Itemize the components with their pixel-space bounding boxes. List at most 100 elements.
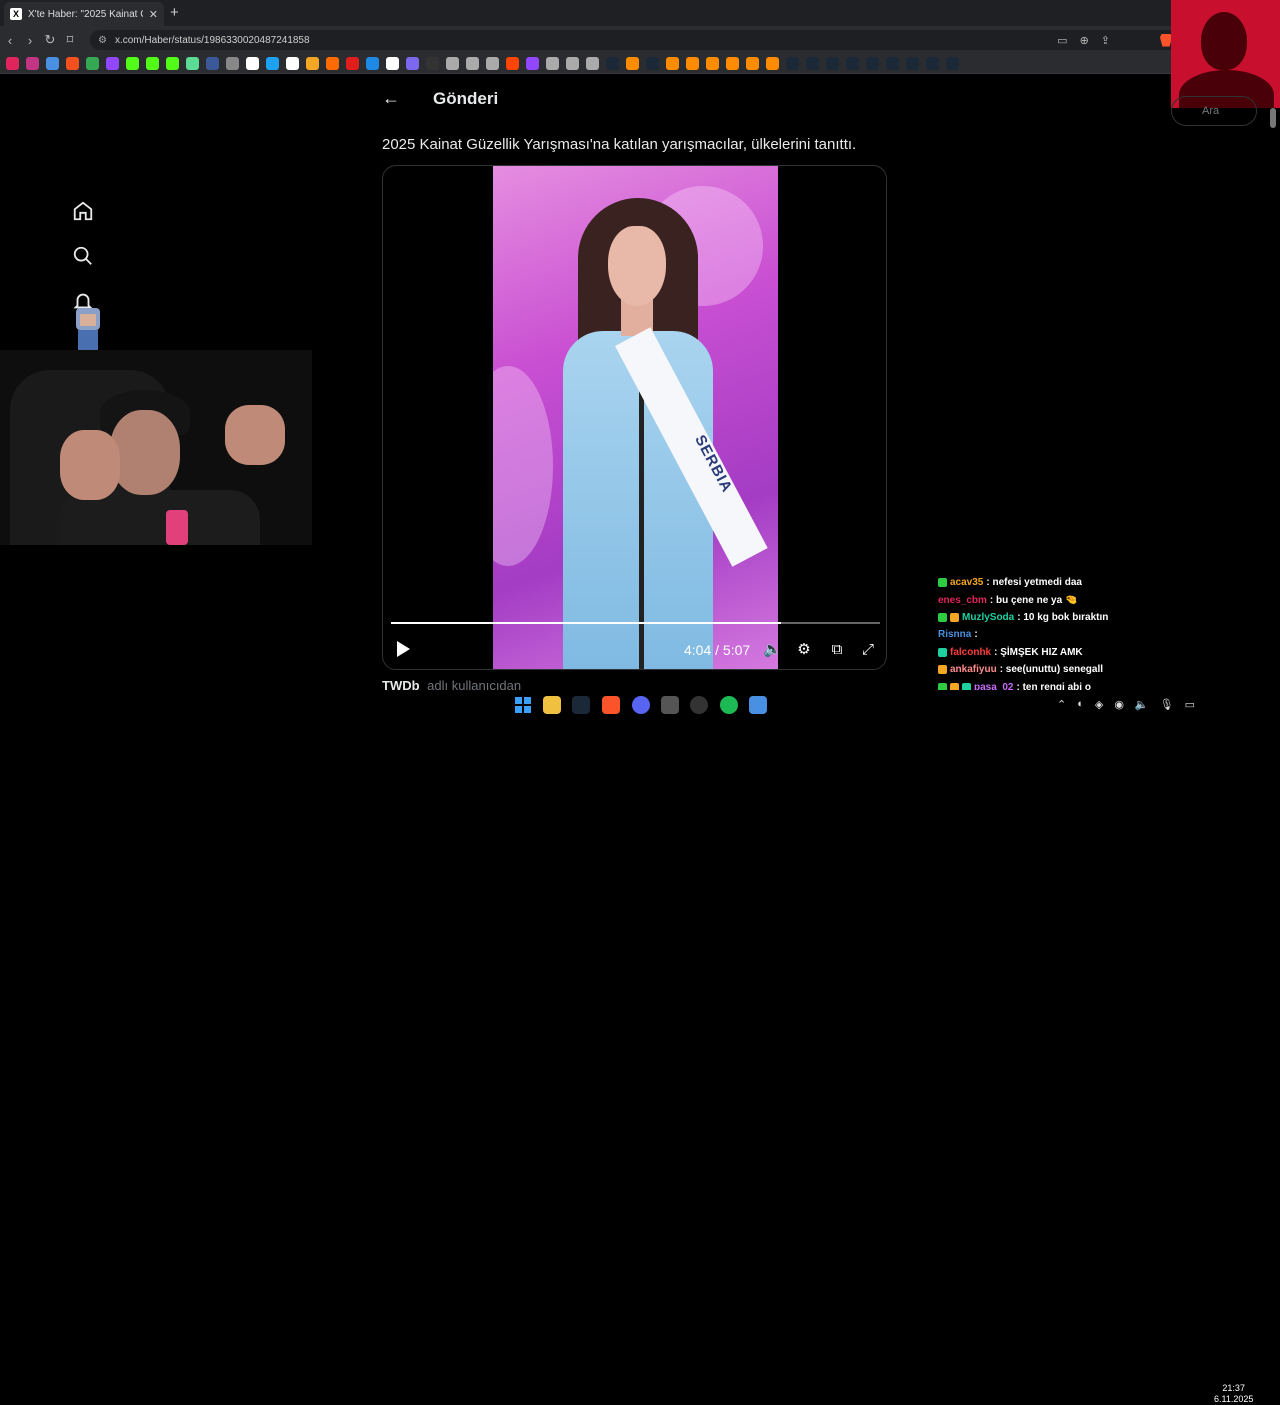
bookmark-favicon-icon[interactable] [906,57,919,70]
chat-username[interactable]: enes_cbm [938,595,987,606]
share-icon[interactable]: ⇪ [1101,34,1110,47]
back-button[interactable]: ← [382,88,400,109]
bookmark-favicon-icon[interactable] [186,57,199,70]
chat-badge-icon [938,647,947,657]
discord-icon[interactable] [632,696,650,714]
bookmark-favicon-icon[interactable] [486,57,499,70]
site-settings-icon[interactable]: ⚙ [98,35,107,46]
bookmark-favicon-icon[interactable] [106,57,119,70]
volume-tray-icon[interactable]: 🔈 [1135,698,1149,711]
bookmark-favicon-icon[interactable] [366,57,379,70]
app-icon[interactable] [661,696,679,714]
bookmark-favicon-icon[interactable] [426,57,439,70]
chat-text: : 10 kg bok bıraktın [1017,611,1109,623]
app-icon[interactable] [749,696,767,714]
bookmark-favicon-icon[interactable] [206,57,219,70]
chat-text: : ŞİMŞEK HIZ AMK [994,646,1083,658]
zoom-icon[interactable]: ⊕ [1080,34,1089,47]
video-progress-bar[interactable] [391,622,880,624]
portrait-head [1201,12,1247,70]
bookmark-favicon-icon[interactable] [566,57,579,70]
bookmark-favicon-icon[interactable] [466,57,479,70]
volume-icon[interactable]: 🔈 [763,641,782,659]
bookmark-favicon-icon[interactable] [346,57,359,70]
windows-start-icon[interactable] [514,696,532,714]
home-icon[interactable] [72,200,94,222]
file-explorer-icon[interactable] [543,696,561,714]
bookmark-favicon-icon[interactable] [786,57,799,70]
bookmark-favicon-icon[interactable] [826,57,839,70]
steam-tray-icon[interactable]: ◉ [1114,698,1124,711]
play-icon[interactable] [397,641,410,657]
bookmark-favicon-icon[interactable] [246,57,259,70]
webcam-overlay [0,350,312,545]
bookmark-favicon-icon[interactable] [746,57,759,70]
bookmark-favicon-icon[interactable] [46,57,59,70]
new-tab-button[interactable]: + [170,4,179,21]
bookmark-favicon-icon[interactable] [666,57,679,70]
tray-icon[interactable]: ◈ [1095,698,1103,711]
brave-icon[interactable] [602,696,620,714]
spotify-icon[interactable] [720,696,738,714]
app-icon[interactable] [690,696,708,714]
bookmark-favicon-icon[interactable] [446,57,459,70]
fullscreen-icon[interactable]: ⤢ [859,641,877,659]
forward-nav-icon[interactable]: › [20,33,40,48]
bookmark-favicon-icon[interactable] [546,57,559,70]
bookmark-favicon-icon[interactable] [26,57,39,70]
bookmark-favicon-icon[interactable] [146,57,159,70]
chat-username[interactable]: Risnna [938,629,971,640]
tab-active[interactable]: X X'te Haber: "2025 Kainat Güzelli ✕ [4,2,164,26]
close-tab-icon[interactable]: ✕ [149,8,158,21]
bookmark-favicon-icon[interactable] [866,57,879,70]
settings-icon[interactable]: ⚙ [795,641,813,659]
steam-icon[interactable] [572,696,590,714]
bookmark-favicon-icon[interactable] [386,57,399,70]
address-bar[interactable]: ⚙ x.com/Haber/status/1986330020487241858… [90,30,1180,50]
bookmark-favicon-icon[interactable] [6,57,19,70]
bookmark-favicon-icon[interactable] [586,57,599,70]
reload-icon[interactable]: ↻ [40,32,60,48]
taskbar-clock[interactable]: 21:37 6.11.2025 [1214,1383,1253,1405]
bookmark-favicon-icon[interactable] [166,57,179,70]
chat-username[interactable]: ankafiyuu [950,664,997,675]
network-icon[interactable]: ▭ [1185,698,1195,711]
bookmark-favicon-icon[interactable] [226,57,239,70]
bookmark-favicon-icon[interactable] [506,57,519,70]
chat-username[interactable]: falconhk [950,647,991,658]
bookmark-favicon-icon[interactable] [66,57,79,70]
chat-username[interactable]: acav35 [950,577,983,588]
bookmark-favicon-icon[interactable] [266,57,279,70]
bookmark-favicon-icon[interactable] [626,57,639,70]
bookmark-favicon-icon[interactable] [846,57,859,70]
bookmark-favicon-icon[interactable] [606,57,619,70]
bookmark-favicon-icon[interactable] [926,57,939,70]
pip-icon[interactable]: ⧉ [828,641,846,659]
bookmark-favicon-icon[interactable] [126,57,139,70]
tray-chevron-icon[interactable]: ⌃ [1057,698,1066,711]
bookmark-favicon-icon[interactable] [806,57,819,70]
bookmark-favicon-icon[interactable] [706,57,719,70]
bookmark-favicon-icon[interactable] [86,57,99,70]
search-icon[interactable] [72,245,94,267]
bookmark-favicon-icon[interactable] [526,57,539,70]
chat-username[interactable]: MuzlySoda [962,612,1014,623]
bookmark-favicon-icon[interactable] [886,57,899,70]
bookmark-favicon-icon[interactable] [686,57,699,70]
search-box[interactable]: Ara [1171,96,1257,126]
bookmark-favicon-icon[interactable] [326,57,339,70]
tray-icon[interactable]: ◐ [1077,698,1084,711]
bookmark-favicon-icon[interactable] [406,57,419,70]
bookmark-icon[interactable]: ⌑ [60,32,80,48]
mic-tray-icon[interactable]: 🎙 [1160,698,1174,711]
back-nav-icon[interactable]: ‹ [0,33,20,48]
bookmark-favicon-icon[interactable] [726,57,739,70]
scrollbar[interactable] [1270,108,1276,128]
bookmark-favicon-icon[interactable] [766,57,779,70]
bookmark-favicon-icon[interactable] [306,57,319,70]
bookmark-favicon-icon[interactable] [946,57,959,70]
cast-icon[interactable]: ▭ [1057,34,1067,47]
bookmark-favicon-icon[interactable] [286,57,299,70]
bookmark-favicon-icon[interactable] [646,57,659,70]
video-player[interactable]: SERBIA 4:04 / 5:07 🔈 ⚙ ⧉ ⤢ [382,165,887,670]
